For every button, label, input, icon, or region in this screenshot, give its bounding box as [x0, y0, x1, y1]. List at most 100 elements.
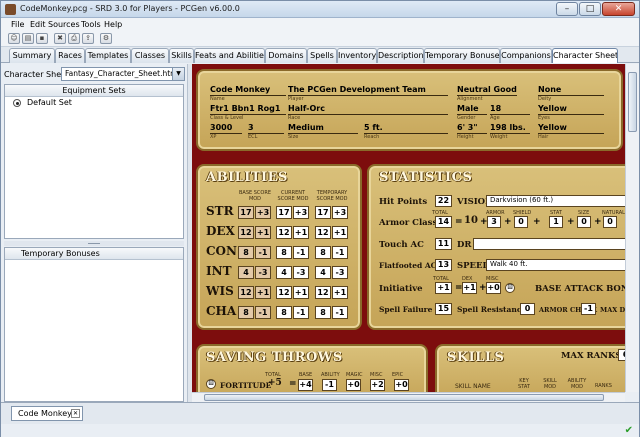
class-level-label: Class & Level: [210, 115, 244, 121]
ability-temporary-score: 12: [315, 226, 331, 239]
tab-temporary-bonuses[interactable]: Temporary Bonuses: [424, 48, 500, 63]
skills-panel: Skills MAX RANKS 6 SKILL NAME KEY STAT S…: [435, 344, 625, 392]
spell-resistance-value: 0: [520, 303, 535, 315]
tab-skills[interactable]: Skills: [169, 48, 194, 63]
fortitude-label: FORTITUDE: [220, 381, 272, 390]
fortitude-epic: +0: [394, 379, 409, 391]
character-sheet-view: Code Monkey Name The PCGen Development T…: [192, 64, 625, 392]
close-icon[interactable]: ✕: [71, 409, 80, 418]
close-character-icon[interactable]: ✖: [54, 33, 66, 44]
menu-tools[interactable]: Tools: [81, 20, 101, 29]
ability-temporary-score: 12: [315, 286, 331, 299]
ability-current-mod: +1: [293, 226, 309, 239]
temporary-bonuses-header: Temporary Bonuses: [5, 248, 183, 260]
tab-companions[interactable]: Companions: [500, 48, 552, 63]
list-item[interactable]: Default Set: [5, 97, 183, 109]
ac-size-value: 0: [577, 216, 591, 228]
eyes: Yellow: [538, 104, 567, 113]
ability-base-mod: +3: [255, 206, 271, 219]
gender-label: Gender: [457, 115, 476, 121]
speed-label: SPEED: [457, 261, 490, 271]
ability-current-score: 8: [276, 246, 292, 259]
print-icon[interactable]: ⎙: [68, 33, 80, 44]
character-sheet-value: Fantasy_Character_Sheet.html: [65, 69, 180, 78]
character-tab-label: Code Monkey: [18, 409, 72, 418]
tab-inventory[interactable]: Inventory: [337, 48, 377, 63]
touch-ac-label: Touch AC: [379, 240, 424, 250]
ability-current-score: 12: [276, 286, 292, 299]
ranks-header: RANKS: [595, 383, 612, 389]
ability-base-mod: +1: [255, 286, 271, 299]
max-ranks-label: MAX RANKS: [561, 351, 622, 361]
armor-check-value: -1: [581, 303, 596, 315]
fortitude-magic: +0: [346, 379, 361, 391]
deity-label: Deity: [538, 96, 552, 102]
tab-races[interactable]: Races: [55, 48, 85, 63]
spell-failure-value: 15: [435, 303, 452, 315]
chevron-down-icon[interactable]: ▼: [172, 68, 184, 80]
experience: 3000: [210, 123, 233, 132]
save-character-icon[interactable]: ▪: [36, 33, 48, 44]
close-button[interactable]: ✕: [602, 2, 635, 16]
window-title: CodeMonkey.pcg - SRD 3.0 for Players - P…: [20, 4, 240, 13]
tab-classes[interactable]: Classes: [131, 48, 169, 63]
menu-edit[interactable]: Edit: [30, 20, 46, 29]
character-name: Code Monkey: [210, 85, 271, 94]
ability-current-score: 4: [276, 266, 292, 279]
status-bar: ✔: [1, 424, 639, 437]
ability-base-score: 8: [238, 246, 254, 259]
ability-temporary-mod: +3: [332, 206, 348, 219]
ability-temporary-mod: -1: [332, 306, 348, 319]
name-label: Name: [210, 96, 225, 102]
ac-base-value: 10: [464, 215, 478, 226]
sheet-vertical-scrollbar[interactable]: [625, 64, 639, 392]
new-character-icon[interactable]: ☺: [8, 33, 20, 44]
radio-selected-icon[interactable]: [13, 99, 21, 107]
open-character-icon[interactable]: ▤: [22, 33, 34, 44]
ability-temporary-score: 8: [315, 306, 331, 319]
panel-splitter[interactable]: [4, 241, 184, 246]
dice-icon[interactable]: ⚄: [206, 379, 216, 389]
race-label: Race: [288, 115, 301, 121]
skills-title: Skills: [447, 350, 505, 365]
character-sheet-dropdown[interactable]: Fantasy_Character_Sheet.html ▼: [61, 67, 185, 81]
sheet-horizontal-scrollbar[interactable]: [192, 392, 625, 402]
horizontal-scroll-thumb[interactable]: [204, 394, 604, 401]
vertical-scroll-thumb[interactable]: [628, 72, 637, 132]
tab-spells[interactable]: Spells: [307, 48, 337, 63]
save-base-header: BASE: [299, 372, 313, 378]
ability-base-mod: -1: [255, 306, 271, 319]
tab-summary[interactable]: Summary: [9, 48, 55, 63]
main-tabs: Summary Races Templates Classes Skills F…: [1, 47, 639, 63]
saving-throws-title: Saving Throws: [206, 350, 343, 365]
dice-icon[interactable]: ⚄: [505, 283, 515, 293]
spell-failure-label: Spell Failure: [379, 305, 433, 314]
character-tabs: Code Monkey ✕: [1, 402, 639, 424]
initiative-total: +1: [435, 282, 452, 294]
maximize-button[interactable]: □: [579, 2, 601, 16]
alignment: Neutral Good: [457, 85, 517, 94]
ability-current-score: 17: [276, 206, 292, 219]
export-icon[interactable]: ⇪: [82, 33, 94, 44]
ac-natural-value: 0: [603, 216, 617, 228]
tab-character-sheet[interactable]: Character Sheet: [552, 48, 618, 63]
menu-help[interactable]: Help: [104, 20, 122, 29]
menu-file[interactable]: File: [11, 20, 24, 29]
tab-templates[interactable]: Templates: [85, 48, 131, 63]
preferences-icon[interactable]: ⚙: [100, 33, 112, 44]
tab-feats-and-abilities[interactable]: Feats and Abilities: [194, 48, 265, 63]
character-tab[interactable]: Code Monkey ✕: [11, 406, 83, 421]
minimize-button[interactable]: –: [556, 2, 578, 16]
ecl: 3: [248, 123, 254, 132]
app-window: CodeMonkey.pcg - SRD 3.0 for Players - P…: [0, 0, 640, 437]
tab-domains[interactable]: Domains: [265, 48, 307, 63]
skill-name-header: SKILL NAME: [455, 383, 491, 390]
tab-description[interactable]: Description: [377, 48, 424, 63]
flatfooted-ac-value: 13: [435, 259, 452, 271]
ac-stat-value: 1: [549, 216, 563, 228]
ability-base-score: 17: [238, 206, 254, 219]
race: Half-Orc: [288, 104, 325, 113]
toolbar: ☺ ▤ ▪ ✖ ⎙ ⇪ ⚙: [1, 31, 639, 47]
xp-label: XP: [210, 134, 217, 140]
menu-sources[interactable]: Sources: [48, 20, 80, 29]
